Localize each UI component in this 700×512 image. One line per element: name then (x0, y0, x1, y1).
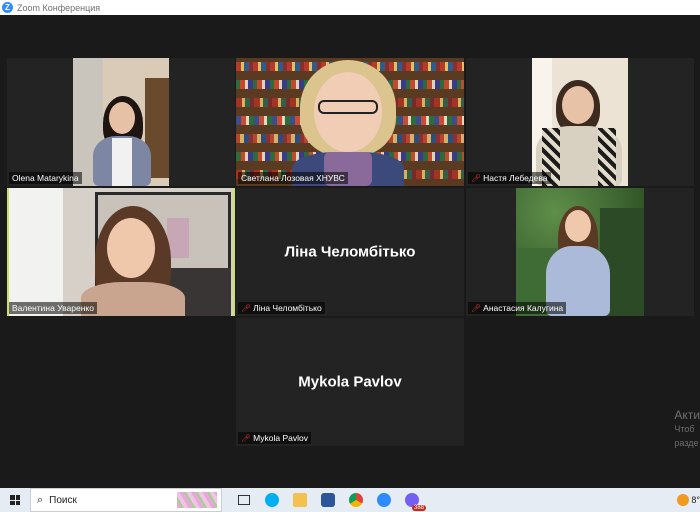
taskbar: ⌕ Поиск 388 8° (0, 488, 700, 512)
participant-name: Настя Лебедева (483, 173, 548, 183)
weather-icon[interactable] (677, 494, 690, 506)
participant-name-tag: Валентина Уваренко (9, 302, 97, 314)
participant-name-tag: 🎤︎ Настя Лебедева (468, 172, 551, 184)
search-icon: ⌕ (37, 493, 44, 506)
search-placeholder: Поиск (49, 494, 77, 506)
mic-muted-icon: 🎤︎ (241, 303, 252, 313)
participant-video (236, 58, 464, 186)
folder-icon (293, 493, 307, 507)
taskbar-app-skype[interactable] (258, 488, 286, 512)
participant-name-tag: Olena Matarykina (9, 172, 82, 184)
participant-tile[interactable]: 🎤︎ Анастасия Калугина (466, 188, 694, 316)
taskbar-app-word[interactable] (314, 488, 342, 512)
start-button[interactable] (0, 488, 30, 512)
windows-logo-icon (10, 495, 20, 505)
participant-display-name: Mykola Pavlov (298, 373, 402, 391)
participant-tile[interactable]: 🎤︎ Настя Лебедева (466, 58, 694, 186)
watermark-line: Чтоб (674, 424, 695, 434)
participant-tile-active-speaker[interactable]: Валентина Уваренко (7, 188, 235, 316)
title-bar: Z Zoom Конференция (0, 0, 700, 15)
mic-muted-icon: 🎤︎ (241, 433, 252, 443)
video-grid: Olena Matarykina Светлана Лозовая ХНУВС (0, 15, 700, 488)
participant-name: Ліна Челомбітько (253, 303, 322, 313)
weather-temperature: 8° (691, 495, 700, 505)
window-title: Zoom Конференция (17, 2, 101, 13)
taskbar-app-file-explorer[interactable] (286, 488, 314, 512)
notification-badge: 388 (411, 505, 426, 511)
watermark-line: разде (674, 438, 699, 448)
taskbar-search-box[interactable]: ⌕ Поиск (30, 488, 222, 512)
system-tray: 8° (677, 488, 700, 512)
participant-display-name: Ліна Челомбітько (284, 243, 416, 261)
participant-name: Mykola Pavlov (253, 433, 308, 443)
participant-name-tag: Светлана Лозовая ХНУВС (238, 172, 348, 184)
participant-tile[interactable]: Ліна Челомбітько 🎤︎ Ліна Челомбітько (236, 188, 464, 316)
participant-name: Olena Matarykina (12, 173, 79, 183)
task-view-button[interactable] (230, 488, 258, 512)
participant-video (532, 58, 628, 186)
chrome-icon (349, 493, 363, 507)
taskbar-app-zoom[interactable] (370, 488, 398, 512)
watermark-line: Акти (674, 408, 700, 422)
participant-tile[interactable]: Olena Matarykina (7, 58, 235, 186)
taskbar-app-chrome[interactable] (342, 488, 370, 512)
participant-video (73, 58, 169, 186)
task-view-icon (238, 495, 250, 505)
participant-name-tag: 🎤︎ Ліна Челомбітько (238, 302, 325, 314)
participant-name: Анастасия Калугина (483, 303, 564, 313)
zoom-icon (377, 493, 391, 507)
word-icon (321, 493, 335, 507)
participant-tile[interactable]: Светлана Лозовая ХНУВС (236, 58, 464, 186)
participant-name: Светлана Лозовая ХНУВС (241, 173, 345, 183)
participant-video (516, 188, 644, 316)
participant-tile[interactable]: Mykola Pavlov 🎤︎ Mykola Pavlov (236, 318, 464, 446)
participant-video (9, 188, 233, 316)
activation-watermark: Акти Чтоб разде (674, 408, 700, 450)
taskbar-app-viber[interactable]: 388 (398, 488, 426, 512)
participant-name-tag: 🎤︎ Анастасия Калугина (468, 302, 567, 314)
participant-name: Валентина Уваренко (12, 303, 94, 313)
mic-muted-icon: 🎤︎ (471, 173, 482, 183)
mic-muted-icon: 🎤︎ (471, 303, 482, 313)
participant-name-tag: 🎤︎ Mykola Pavlov (238, 432, 311, 444)
search-highlight-image (177, 492, 217, 508)
zoom-logo-icon: Z (2, 2, 13, 13)
skype-icon (265, 493, 279, 507)
